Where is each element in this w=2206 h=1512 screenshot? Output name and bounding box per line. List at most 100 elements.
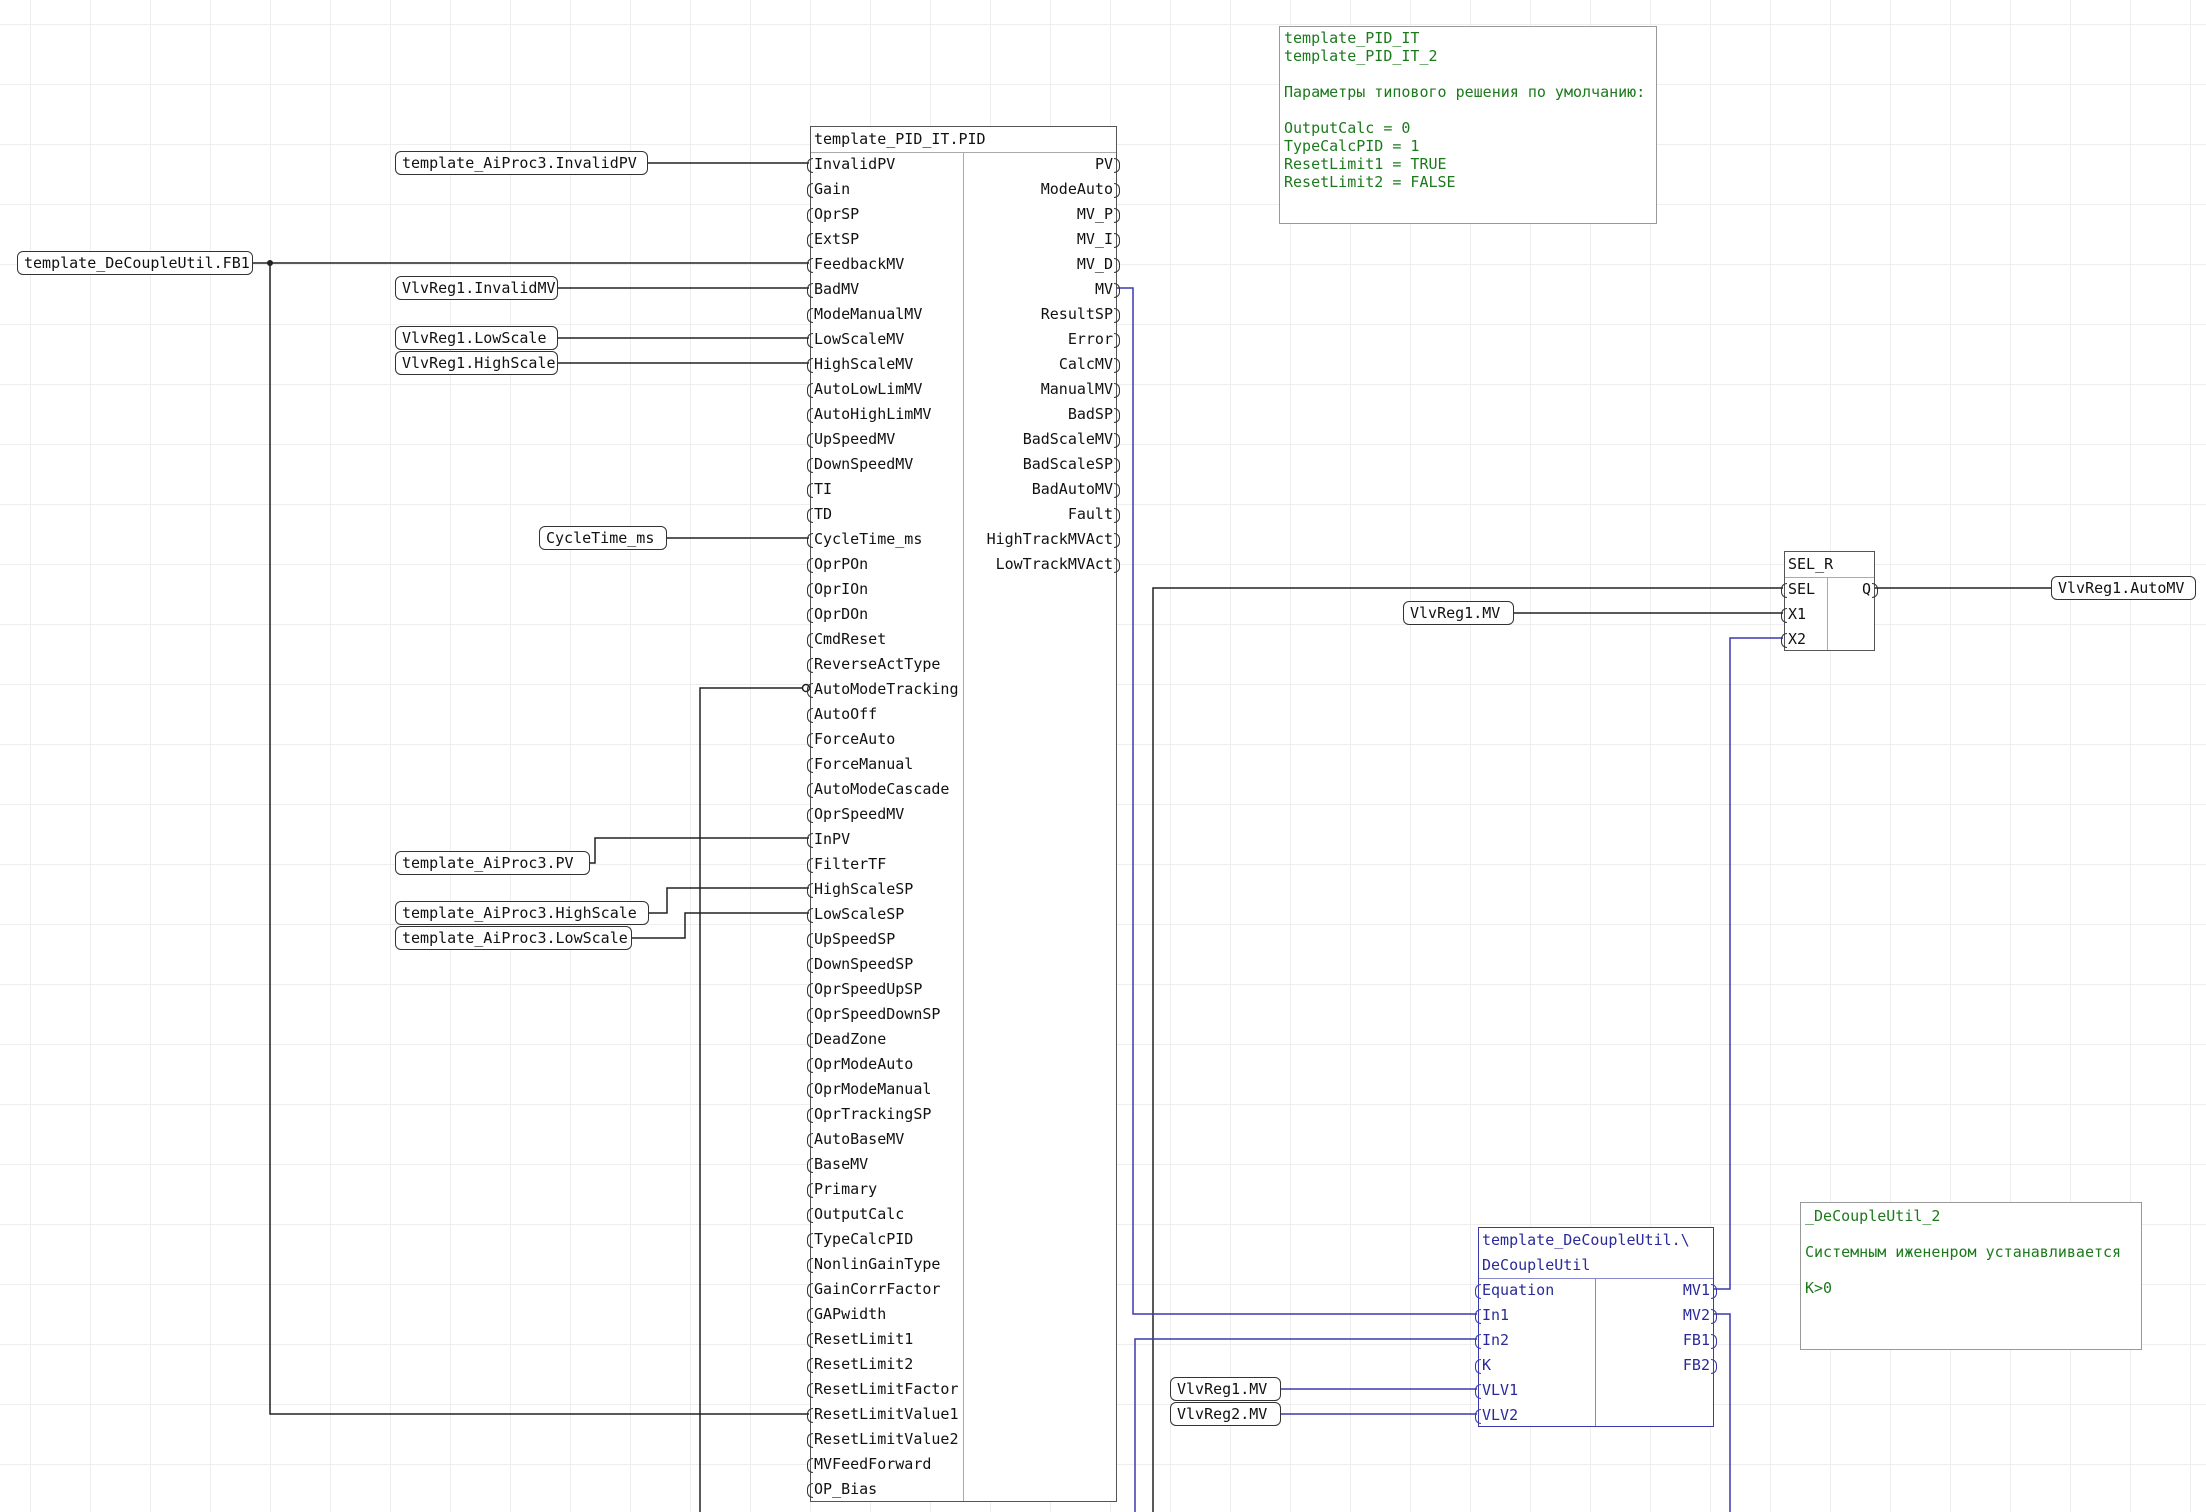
pid-pin-input-forceauto[interactable]: ForceAuto — [806, 727, 895, 752]
pid-pin-input-badmv[interactable]: BadMV — [806, 277, 859, 302]
var-decouple-fb1[interactable]: template_DeCoupleUtil.FB1 — [17, 251, 253, 275]
decouple-pin-input-vlv2[interactable]: VLV2 — [1474, 1403, 1518, 1428]
pid-pin-input-oprpon[interactable]: OprPOn — [806, 552, 868, 577]
pid-pin-output-mv[interactable]: MV — [1095, 277, 1121, 302]
decouple-pin-output-mv1[interactable]: MV1 — [1683, 1278, 1718, 1303]
pid-pin-output-calcmv[interactable]: CalcMV — [1059, 352, 1121, 377]
sel-r-function-block[interactable]: SEL_R SEL X1 X2 Q — [1780, 551, 1879, 652]
pid-pin-output-mv-p[interactable]: MV_P — [1077, 202, 1121, 227]
pid-pin-input-oprmodemanual[interactable]: OprModeManual — [806, 1077, 931, 1102]
pid-pin-output-mv-d[interactable]: MV_D — [1077, 252, 1121, 277]
pid-pin-input-upspeedsp[interactable]: UpSpeedSP — [806, 927, 895, 952]
var-vlv1-mv[interactable]: VlvReg1.MV — [1170, 1377, 1281, 1401]
pid-pin-output-badsp[interactable]: BadSP — [1068, 402, 1121, 427]
pid-pin-input-lowscalesp[interactable]: LowScaleSP — [806, 902, 904, 927]
pid-pin-output-badscalemv[interactable]: BadScaleMV — [1023, 427, 1121, 452]
pid-pin-input-oprspeeddownsp[interactable]: OprSpeedDownSP — [806, 1002, 940, 1027]
decouple-util-function-block[interactable]: template_DeCoupleUtil.\ DeCoupleUtil Equ… — [1474, 1227, 1718, 1428]
pid-pin-input-gapwidth[interactable]: GAPwidth — [806, 1302, 886, 1327]
pid-pin-input-autolowlimmv[interactable]: AutoLowLimMV — [806, 377, 922, 402]
pid-pin-input-oprsp[interactable]: OprSP — [806, 202, 859, 227]
pid-pin-input-automodecascade[interactable]: AutoModeCascade — [806, 777, 949, 802]
pid-pin-input-oprion[interactable]: OprIOn — [806, 577, 868, 602]
pid-pin-output-error[interactable]: Error — [1068, 327, 1121, 352]
pid-pin-input-oprdon[interactable]: OprDOn — [806, 602, 868, 627]
sel-pin-output-q[interactable]: Q — [1862, 577, 1879, 602]
pid-pin-input-downspeedmv[interactable]: DownSpeedMV — [806, 452, 913, 477]
pid-pin-input-gain[interactable]: Gain — [806, 177, 850, 202]
sel-pin-input-x1[interactable]: X1 — [1780, 602, 1806, 627]
pid-pin-input-resetlimit2[interactable]: ResetLimit2 — [806, 1352, 913, 1377]
pid-pin-input-cmdreset[interactable]: CmdReset — [806, 627, 886, 652]
pid-pin-output-hightrackmvact[interactable]: HighTrackMVAct — [987, 527, 1121, 552]
pid-pin-input-mvfeedforward[interactable]: MVFeedForward — [806, 1452, 931, 1477]
decouple-pin-output-mv2[interactable]: MV2 — [1683, 1303, 1718, 1328]
pid-pin-input-forcemanual[interactable]: ForceManual — [806, 752, 913, 777]
pid-pin-output-badscalesp[interactable]: BadScaleSP — [1023, 452, 1121, 477]
pid-pin-input-feedbackmv[interactable]: FeedbackMV — [806, 252, 904, 277]
sel-pin-input-x2[interactable]: X2 — [1780, 627, 1806, 652]
var-ai-highscale[interactable]: template_AiProc3.HighScale — [395, 901, 649, 925]
pid-pin-input-downspeedsp[interactable]: DownSpeedSP — [806, 952, 913, 977]
pid-pin-output-resultsp[interactable]: ResultSP — [1041, 302, 1121, 327]
pid-pin-input-invalidpv[interactable]: InvalidPV — [806, 152, 895, 177]
pid-pin-input-autobasemv[interactable]: AutoBaseMV — [806, 1127, 904, 1152]
pid-pin-input-oprtrackingsp[interactable]: OprTrackingSP — [806, 1102, 931, 1127]
pid-pin-input-extsp[interactable]: ExtSP — [806, 227, 859, 252]
pid-pin-input-filtertf[interactable]: FilterTF — [806, 852, 886, 877]
var-ai-invalidpv[interactable]: template_AiProc3.InvalidPV — [395, 151, 648, 175]
pid-pin-input-outputcalc[interactable]: OutputCalc — [806, 1202, 904, 1227]
var-ai-lowscale[interactable]: template_AiProc3.LowScale — [395, 926, 632, 950]
comment-decouple-note[interactable]: _DeCoupleUtil_2 Системным ижененром уста… — [1800, 1202, 2142, 1350]
var-sel-x1-mv[interactable]: VlvReg1.MV — [1403, 601, 1514, 625]
pid-pin-input-automodetracking[interactable]: AutoModeTracking — [807, 677, 959, 702]
pid-pin-input-ti[interactable]: TI — [806, 477, 832, 502]
comment-pid-defaults[interactable]: template_PID_IT template_PID_IT_2 Параме… — [1279, 26, 1657, 224]
pid-pin-input-cycletime-ms[interactable]: CycleTime_ms — [806, 527, 922, 552]
pid-pin-input-primary[interactable]: Primary — [806, 1177, 877, 1202]
pid-pin-input-resetlimitvalue1[interactable]: ResetLimitValue1 — [807, 1402, 959, 1427]
pid-pin-input-oprmodeauto[interactable]: OprModeAuto — [806, 1052, 913, 1077]
decouple-pin-input-in1[interactable]: In1 — [1474, 1303, 1509, 1328]
pid-pin-input-autooff[interactable]: AutoOff — [806, 702, 877, 727]
pid-pin-output-modeauto[interactable]: ModeAuto — [1041, 177, 1121, 202]
var-cycletime-ms[interactable]: CycleTime_ms — [539, 526, 667, 550]
var-vlvreg1-invalidmv[interactable]: VlvReg1.InvalidMV — [395, 276, 558, 300]
pid-pin-input-nonlingaintype[interactable]: NonlinGainType — [806, 1252, 940, 1277]
decouple-pin-input-vlv1[interactable]: VLV1 — [1474, 1378, 1518, 1403]
pid-pin-output-lowtrackmvact[interactable]: LowTrackMVAct — [996, 552, 1121, 577]
pid-pin-input-deadzone[interactable]: DeadZone — [806, 1027, 886, 1052]
pid-pin-input-basemv[interactable]: BaseMV — [806, 1152, 868, 1177]
decouple-pin-output-fb1[interactable]: FB1 — [1683, 1328, 1718, 1353]
decouple-pin-output-fb2[interactable]: FB2 — [1683, 1353, 1718, 1378]
var-vlvreg1-highscale[interactable]: VlvReg1.HighScale — [395, 351, 558, 375]
pid-pin-input-oprspeedupsp[interactable]: OprSpeedUpSP — [806, 977, 922, 1002]
pid-pin-input-gaincorrfactor[interactable]: GainCorrFactor — [806, 1277, 940, 1302]
pid-pin-input-op-bias[interactable]: OP_Bias — [806, 1477, 877, 1502]
pid-pin-input-upspeedmv[interactable]: UpSpeedMV — [806, 427, 895, 452]
var-vlv2-mv[interactable]: VlvReg2.MV — [1170, 1402, 1281, 1426]
pid-function-block[interactable]: template_PID_IT.PID InvalidPV Gain OprSP Ex… — [806, 126, 1121, 1502]
var-ai-pv[interactable]: template_AiProc3.PV — [395, 851, 590, 875]
pid-pin-input-td[interactable]: TD — [806, 502, 832, 527]
pid-pin-output-manualmv[interactable]: ManualMV — [1041, 377, 1121, 402]
pid-pin-output-fault[interactable]: Fault — [1068, 502, 1121, 527]
pid-pin-input-modemanualmv[interactable]: ModeManualMV — [806, 302, 922, 327]
pid-pin-input-reverseacttype[interactable]: ReverseActType — [806, 652, 940, 677]
pid-pin-input-autohighlimmv[interactable]: AutoHighLimMV — [806, 402, 931, 427]
var-vlvreg1-automv[interactable]: VlvReg1.AutoMV — [2051, 576, 2196, 600]
pid-pin-output-badautomv[interactable]: BadAutoMV — [1032, 477, 1121, 502]
pid-pin-input-resetlimitvalue2[interactable]: ResetLimitValue2 — [807, 1427, 959, 1452]
pid-pin-input-lowscalemv[interactable]: LowScaleMV — [806, 327, 904, 352]
pid-pin-input-inpv[interactable]: InPV — [806, 827, 850, 852]
pid-pin-input-highscalemv[interactable]: HighScaleMV — [806, 352, 913, 377]
pid-pin-input-highscalesp[interactable]: HighScaleSP — [806, 877, 913, 902]
pid-pin-input-typecalcpid[interactable]: TypeCalcPID — [806, 1227, 913, 1252]
var-vlvreg1-lowscale[interactable]: VlvReg1.LowScale — [395, 326, 558, 350]
pid-pin-input-resetlimitfactor[interactable]: ResetLimitFactor — [807, 1377, 959, 1402]
pid-pin-output-mv-i[interactable]: MV_I — [1077, 227, 1121, 252]
sel-pin-input-sel[interactable]: SEL — [1780, 577, 1815, 602]
decouple-pin-input-in2[interactable]: In2 — [1474, 1328, 1509, 1353]
decouple-pin-input-equation[interactable]: Equation — [1474, 1278, 1554, 1303]
pid-pin-output-pv[interactable]: PV — [1095, 152, 1121, 177]
